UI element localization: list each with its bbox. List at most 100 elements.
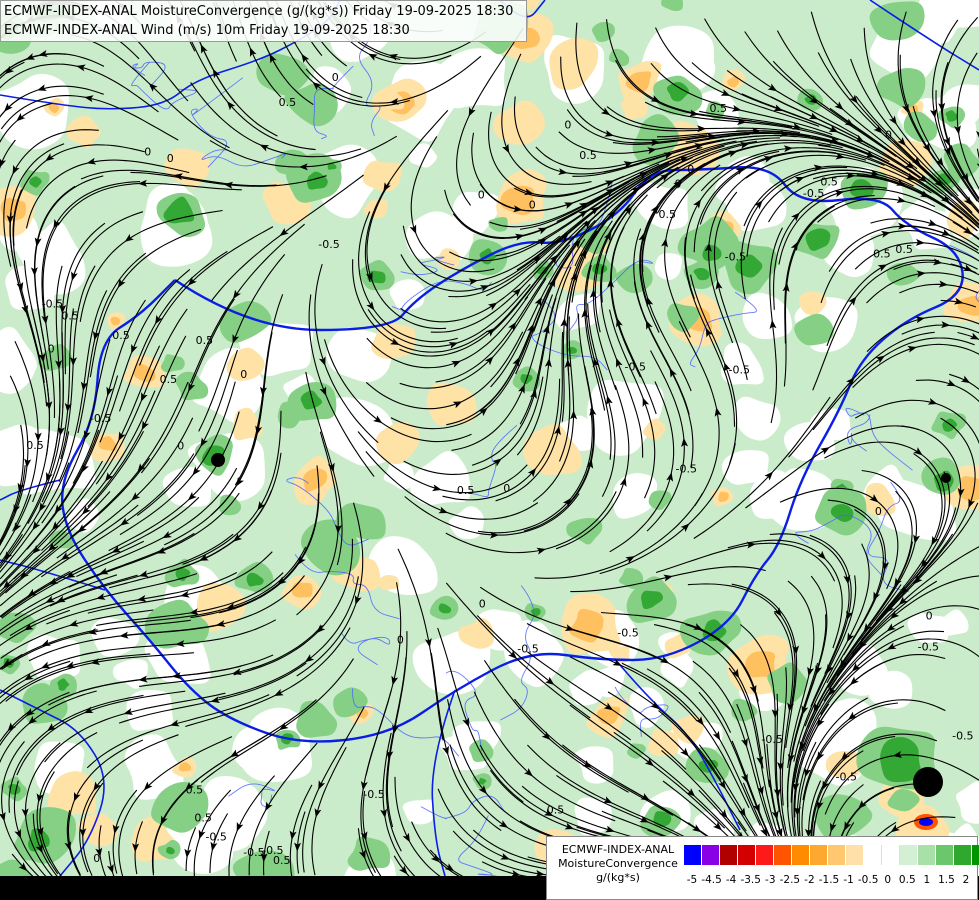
wind-arrow — [715, 280, 723, 290]
wind-arrow — [639, 815, 649, 823]
river — [228, 783, 275, 808]
streamline — [323, 339, 472, 443]
wind-arrow — [916, 270, 926, 278]
streamline — [118, 736, 233, 878]
streamline — [13, 144, 146, 246]
wind-arrow — [200, 44, 208, 54]
wind-arrow — [564, 624, 575, 631]
legend-tick: -0.5 — [857, 874, 879, 886]
streamline — [36, 732, 98, 875]
contour-label: 0.5 — [873, 247, 891, 260]
streamline — [650, 62, 833, 136]
legend-swatch — [702, 845, 720, 865]
contour-label: 0.5 — [895, 243, 913, 256]
streamline — [296, 502, 364, 677]
wind-arrow — [669, 368, 677, 378]
contour-label: -0.5 — [42, 298, 63, 311]
contour-label: 0 — [332, 71, 339, 84]
contour-label: -0.5 — [676, 463, 697, 476]
contour-label: -0.5 — [205, 831, 226, 844]
streamline — [812, 259, 939, 391]
streamline — [0, 379, 61, 564]
wind-arrow — [875, 355, 886, 364]
legend-tick: 2 — [962, 874, 970, 886]
wind-arrow — [888, 115, 897, 125]
streamline — [899, 54, 979, 214]
streamline — [390, 326, 534, 430]
wind-arrow — [492, 458, 502, 467]
wind-arrow — [927, 397, 938, 405]
wind-arrow — [184, 848, 192, 859]
wind-arrow — [123, 708, 134, 715]
legend-swatch — [738, 845, 756, 865]
wind-arrow — [236, 821, 244, 832]
wind-arrow — [12, 164, 20, 175]
streamline — [190, 82, 362, 158]
wind-arrow — [442, 745, 449, 756]
legend-swatch — [900, 845, 918, 865]
legend-swatch — [846, 845, 864, 865]
contour-label: 0 — [177, 440, 184, 453]
streamline — [397, 548, 444, 741]
streamline — [296, 811, 306, 874]
streamline — [33, 185, 76, 370]
streamline — [941, 17, 979, 199]
contour-label: 0 — [478, 189, 485, 202]
streamline — [855, 399, 979, 445]
wind-arrow — [112, 824, 120, 835]
streamline — [912, 417, 976, 584]
legend-title: ECMWF-INDEX-ANAL MoistureConvergence g/(… — [553, 843, 683, 885]
legend-tick: -1 — [843, 874, 854, 886]
streamline — [9, 143, 65, 317]
legend-color-bar — [684, 845, 979, 865]
contour-label: -0.5 — [90, 412, 111, 425]
streamline — [393, 855, 411, 878]
wind-arrow — [249, 47, 257, 57]
streamline — [745, 425, 920, 509]
wind-arrow — [927, 219, 938, 226]
streamline — [314, 263, 379, 444]
contour-label: 0.5 — [659, 208, 677, 221]
wind-arrow — [188, 382, 196, 392]
streamline — [479, 240, 579, 412]
streamline — [615, 59, 793, 128]
wind-arrow — [87, 627, 98, 635]
wind-arrow — [886, 623, 896, 632]
streamline — [824, 754, 979, 815]
streamline — [289, 784, 313, 880]
legend-swatch — [936, 845, 954, 865]
contour-label: 0 — [926, 610, 933, 623]
wind-arrow — [500, 853, 510, 860]
contour-label: 0 — [48, 343, 55, 356]
wind-streamlines — [0, 0, 979, 881]
streamline — [446, 271, 559, 426]
river — [294, 554, 400, 620]
wind-arrow — [813, 164, 823, 172]
streamline — [39, 771, 65, 881]
wind-arrow — [820, 447, 830, 455]
contour-label: 0 — [875, 505, 882, 518]
map-title-box: ECMWF-INDEX-ANAL MoistureConvergence (g/… — [0, 0, 527, 42]
legend-swatch — [918, 845, 936, 865]
contour-label: -0.5 — [617, 626, 638, 639]
legend-tick: -1.5 — [818, 874, 840, 886]
legend-tick: -5 — [686, 874, 698, 886]
river — [340, 632, 391, 666]
legend-tick: -2.5 — [779, 874, 801, 886]
wind-arrow — [32, 520, 41, 531]
wind-arrow — [318, 780, 326, 790]
wind-arrow — [946, 379, 957, 387]
legend-tick: -4.5 — [701, 874, 722, 886]
wind-arrow — [84, 95, 94, 103]
contour-label: 0.5 — [186, 784, 204, 797]
streamline — [587, 303, 616, 497]
streamline — [899, 283, 979, 294]
streamline — [0, 574, 138, 636]
streamline — [901, 324, 979, 335]
streamline — [112, 789, 138, 874]
wind-arrow — [319, 386, 327, 397]
legend-swatch — [774, 845, 792, 865]
contour-label: -0.5 — [836, 771, 857, 784]
streamline — [364, 110, 449, 283]
wind-arrow — [96, 593, 106, 600]
